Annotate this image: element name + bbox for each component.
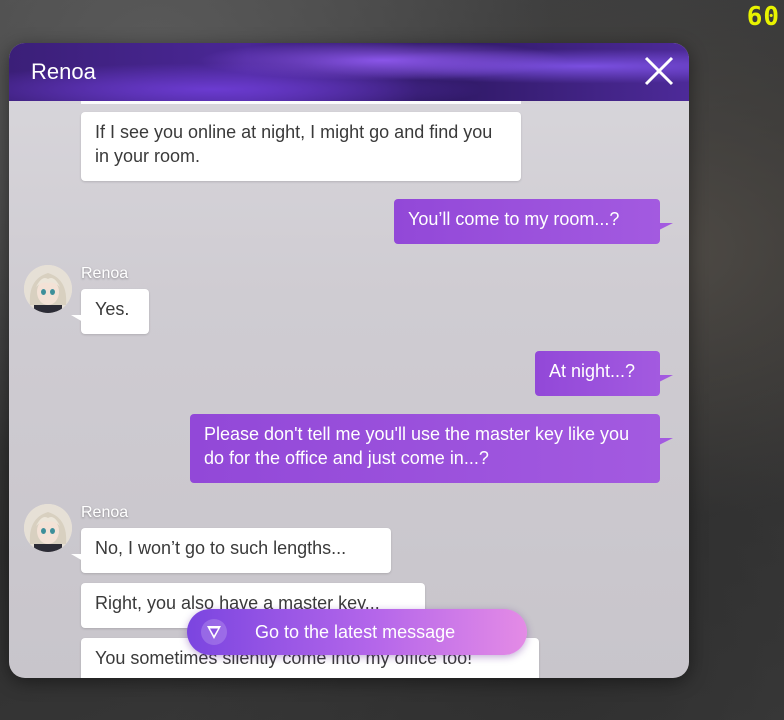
message-bubble-incoming: Yes. (71, 289, 149, 334)
avatar-portrait-icon (24, 265, 72, 313)
message-text: Yes. (95, 299, 130, 319)
avatar[interactable] (24, 265, 72, 313)
close-button[interactable] (641, 53, 677, 89)
go-to-latest-label: Go to the latest message (255, 622, 456, 642)
chevron-down-icon (201, 619, 227, 645)
avatar[interactable] (24, 504, 72, 552)
bubble-tail (659, 375, 673, 382)
bubble-tail (71, 315, 83, 322)
chat-window: Renoa If I see you online at night, I mi… (9, 43, 689, 678)
fps-counter: 60 (746, 2, 780, 32)
message-bubble-incoming: If I see you online at night, I might go… (81, 112, 521, 181)
message-text: Please don't tell me you'll use the mast… (204, 424, 630, 468)
bubble-tail (659, 438, 673, 445)
bubble-tail (659, 223, 673, 230)
message-bubble-incoming: No, I won’t go to such lengths... (71, 528, 391, 573)
message-list[interactable]: If I see you online at night, I might go… (9, 101, 689, 678)
message-bubble-outgoing: At night...? (535, 351, 673, 396)
message-text: If I see you online at night, I might go… (95, 122, 493, 166)
message-bubble-outgoing: You’ll come to my room...? (394, 199, 673, 244)
chat-header: Renoa (9, 43, 689, 101)
message-text: You’ll come to my room...? (408, 209, 620, 229)
message-text: No, I won’t go to such lengths... (95, 538, 347, 558)
chat-title: Renoa (31, 59, 96, 84)
go-to-latest-button[interactable]: Go to the latest message (187, 609, 527, 655)
close-icon (644, 56, 674, 86)
avatar-portrait-icon (24, 504, 72, 552)
sender-name: Renoa (81, 265, 129, 282)
message-bubble-outgoing: Please don't tell me you'll use the mast… (190, 414, 673, 483)
sender-name: Renoa (81, 504, 129, 521)
bubble-tail (71, 554, 83, 561)
message-text: At night...? (549, 361, 636, 381)
previous-bubble-edge (81, 101, 521, 104)
